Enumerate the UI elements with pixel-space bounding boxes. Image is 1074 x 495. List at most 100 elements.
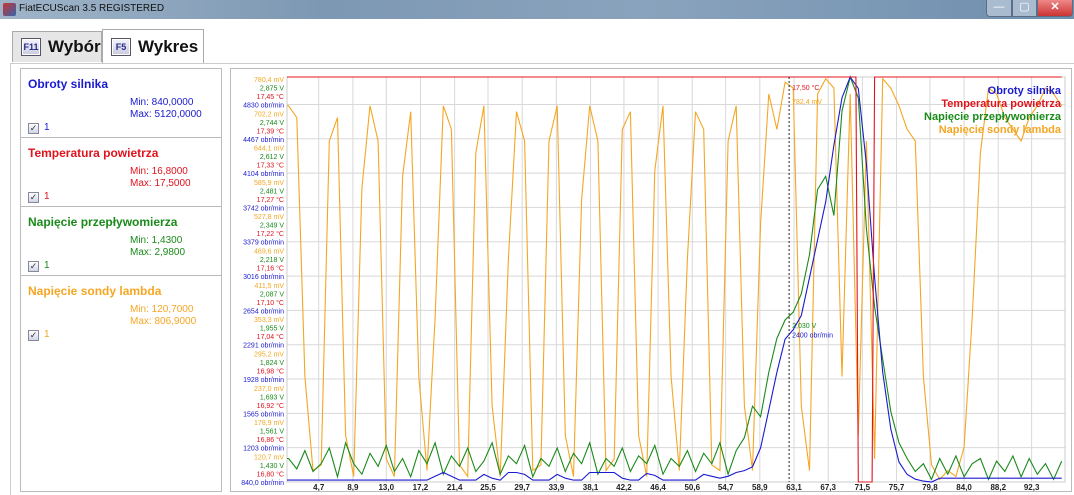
y-axis-label-rpm: 2654 obr/min: [243, 308, 284, 315]
plot-area: [286, 76, 1066, 483]
param-max: Max: 17,5000: [130, 178, 191, 189]
window-title: FiatECUScan 3.5 REGISTERED: [19, 3, 165, 14]
y-axis-label-mv: 527,8 mV: [254, 214, 284, 221]
y-axis-label-v: 2,087 V: [260, 291, 284, 298]
y-axis-label-v: 2,481 V: [260, 188, 284, 195]
y-axis-label-rpm: 4104 obr/min: [243, 171, 284, 178]
y-axis-label-c: 17,10 °C: [257, 299, 284, 307]
x-axis-label: 38,1: [583, 483, 599, 492]
y-axis-label-rpm: 1928 obr/min: [243, 377, 284, 384]
param-name: Napięcie przepływomierza: [28, 215, 178, 229]
param-visible-checkbox[interactable]: ✓: [28, 261, 39, 272]
y-axis-label-mv: 120,7 mV: [254, 455, 284, 462]
param-name: Napięcie sondy lambda: [28, 284, 162, 298]
param-napiecie-sondy-lambda: Napięcie sondy lambda Min: 120,7000 Max:…: [21, 276, 221, 345]
x-axis-label: 63,1: [786, 483, 802, 492]
x-axis-label: 8,9: [347, 483, 359, 492]
y-axis-label-c: 17,04 °C: [257, 333, 284, 341]
y-axis-label-rpm: 3016 obr/min: [243, 274, 284, 281]
y-axis-label-mv: 469,6 mV: [254, 249, 284, 256]
param-visible-checkbox[interactable]: ✓: [28, 123, 39, 134]
y-axis-label-rpm: 1565 obr/min: [243, 411, 284, 418]
x-axis-label: 50,6: [684, 483, 700, 492]
y-axis-label-v: 1,561 V: [260, 429, 284, 436]
x-axis-label: 54,7: [718, 483, 734, 492]
x-axis-label: 92,3: [1024, 483, 1040, 492]
y-axis-label-v: 2,218 V: [260, 257, 284, 264]
chart[interactable]: 780,4 mV2,875 V17,45 °C4830 obr/min 702,2…: [231, 69, 1073, 493]
parameter-list: Obroty silnika Min: 840,0000 Max: 5120,0…: [20, 68, 222, 492]
param-obroty-silnika: Obroty silnika Min: 840,0000 Max: 5120,0…: [21, 69, 221, 138]
tab-label: Wybór: [48, 37, 101, 56]
f5-key-icon: F5: [111, 37, 131, 56]
legend-item: Napięcie sondy lambda: [939, 124, 1062, 136]
param-name: Obroty silnika: [28, 77, 109, 91]
legend-item: Temperatura powietrza: [941, 98, 1061, 110]
x-axis-label: 29,7: [514, 483, 530, 492]
y-axis-label-mv: 237,0 mV: [254, 386, 284, 393]
y-axis-label-c: 16,86 °C: [257, 436, 284, 444]
maximize-button[interactable]: ▢: [1012, 0, 1037, 17]
y-axis-label-rpm: 4467 obr/min: [243, 137, 284, 144]
y-axis-label-c: 16,98 °C: [257, 368, 284, 376]
checkbox-label: 1: [44, 122, 50, 133]
x-axis-label: 71,5: [855, 483, 871, 492]
y-axis-label-c: 17,16 °C: [257, 265, 284, 273]
y-axis-label-v: 1,693 V: [260, 394, 284, 401]
cursor-readout: 17,50 °C: [792, 84, 819, 92]
y-axis-label-v: 2,744 V: [260, 120, 284, 127]
title-bar: FiatECUScan 3.5 REGISTERED — ▢ ✕: [0, 0, 1074, 19]
param-max: Max: 806,9000: [130, 316, 197, 327]
param-min: Min: 16,8000: [130, 166, 188, 177]
y-axis-label-mv: 702,2 mV: [254, 111, 284, 118]
y-axis-label-c: 17,27 °C: [257, 196, 284, 204]
legend-item: Napięcie przepływomierza: [924, 111, 1062, 123]
tab-wybor[interactable]: F11 Wybór: [12, 31, 102, 62]
y-axis-label-c: 17,39 °C: [257, 127, 284, 135]
param-visible-checkbox[interactable]: ✓: [28, 192, 39, 203]
param-min: Min: 840,0000: [130, 97, 194, 108]
y-axis-label-c: 16,80 °C: [257, 471, 284, 479]
y-axis-label-rpm: 1203 obr/min: [243, 446, 284, 453]
y-axis-label-rpm: 3742 obr/min: [243, 205, 284, 212]
x-axis-label: 42,2: [616, 483, 632, 492]
param-visible-checkbox[interactable]: ✓: [28, 330, 39, 341]
param-min: Min: 1,4300: [130, 235, 183, 246]
y-axis-label-v: 2,875 V: [260, 85, 284, 92]
y-axis-label-c: 16,92 °C: [257, 402, 284, 410]
y-axis-label-rpm: 840,0 obr/min: [241, 480, 284, 487]
cursor-readout: 2,030 V: [792, 323, 816, 330]
y-axis-label-mv: 295,2 mV: [254, 352, 284, 359]
x-axis-label: 25,5: [480, 483, 496, 492]
param-max: Max: 5120,0000: [130, 109, 202, 120]
x-axis-label: 4,7: [313, 483, 325, 492]
param-name: Temperatura powietrza: [28, 146, 159, 160]
chart-panel[interactable]: 780,4 mV 2,875 V 17,45 °C 4830 obr/min 702,2…: [230, 68, 1072, 492]
x-axis-label: 79,8: [922, 483, 938, 492]
y-axis-label-c: 17,22 °C: [257, 230, 284, 238]
cursor-readout: 782,4 mV: [792, 99, 822, 106]
minimize-button[interactable]: —: [986, 0, 1012, 17]
param-min: Min: 120,7000: [130, 304, 194, 315]
param-napiecie-przeplywomierza: Napięcie przepływomierza Min: 1,4300 Max…: [21, 207, 221, 276]
tab-wykres[interactable]: F5 Wykres: [102, 29, 204, 63]
x-axis-label: 21,4: [447, 483, 463, 492]
close-button[interactable]: ✕: [1037, 0, 1073, 17]
y-axis-label-mv: 780,4 mV: [254, 77, 284, 84]
f11-key-icon: F11: [21, 38, 41, 56]
y-axis-label-v: 2,612 V: [260, 154, 284, 161]
y-axis-label-v: 2,349 V: [260, 223, 284, 230]
y-axis-label-v: 1,430 V: [260, 463, 284, 470]
x-axis-label: 88,2: [990, 483, 1006, 492]
series-line-0: [287, 75, 1062, 483]
param-max: Max: 2,9800: [130, 247, 186, 258]
y-axis-label-v: 1,824 V: [260, 360, 284, 367]
x-axis-label: 13,0: [378, 483, 394, 492]
tab-label: Wykres: [138, 36, 199, 56]
series-line-1: [287, 76, 1062, 483]
x-axis-label: 17,2: [413, 483, 429, 492]
legend-item: Obroty silnika: [988, 85, 1062, 97]
checkbox-label: 1: [44, 329, 50, 340]
y-axis-label-c: 17,45 °C: [257, 93, 284, 101]
y-axis-label-rpm: 4830 obr/min: [243, 102, 284, 109]
